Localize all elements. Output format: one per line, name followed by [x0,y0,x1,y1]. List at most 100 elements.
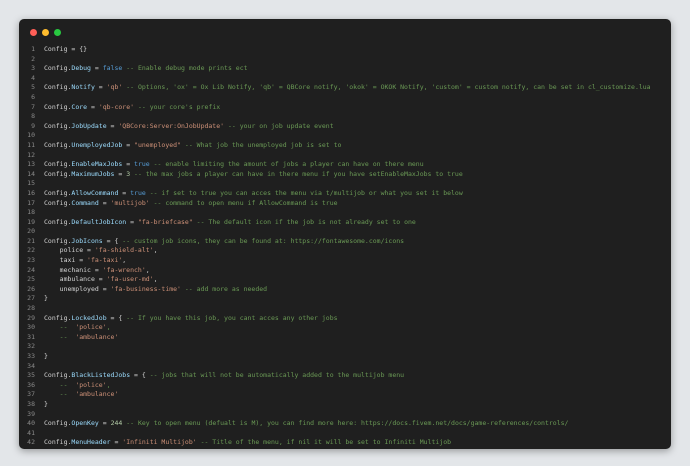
code-line: 11 Config.UnemployedJob = "unemployed" --… [19,141,671,151]
code-token: BlackListedJobs [71,371,131,380]
code-token: 'qb' [106,83,123,92]
code-token: UnemployedJob [71,140,123,149]
code-token: 244 [110,419,123,428]
line-content: Config.Notify = 'qb' -- Options, 'ox' = … [44,83,651,93]
code-token: 'fa-shield-alt' [94,246,154,255]
code-line: 34 [19,362,671,372]
line-content: Config.JobIcons = { -- custom job icons,… [44,237,404,247]
code-token: police = [44,246,95,255]
code-token: MaximumJobs [71,169,115,178]
code-line: 7 Config.Core = 'qb-core' -- your core's … [19,103,671,113]
line-number: 31 [27,332,35,341]
line-number: 6 [31,92,35,101]
line-number: 8 [31,112,35,121]
line-number: 7 [31,102,35,111]
code-token: } [44,352,48,360]
code-token: = [94,83,107,92]
line-number: 15 [27,179,35,188]
line-content: -- 'police', [44,323,111,333]
line-content: Config.EnableMaxJobs = true -- enable li… [44,160,424,170]
line-content: } [44,400,48,410]
code-token: , [122,256,127,265]
line-content: Config.BlackListedJobs = { -- jobs that … [44,371,404,381]
code-token: LockedJob [71,313,107,322]
line-content: Config.UnemployedJob = "unemployed" -- W… [44,141,341,151]
code-line: 41 [19,429,671,439]
maximize-window-dot-icon[interactable] [54,29,61,36]
code-token: = [98,419,111,428]
code-token: = [114,169,127,178]
line-number: 27 [27,294,35,303]
line-content: Config.Debug = false -- Enable debug mod… [44,64,248,74]
line-content: Config = {} [44,45,87,55]
code-line: 10 [19,131,671,141]
code-token: 'police' [75,380,107,389]
line-number: 35 [27,371,35,380]
code-token: DefaultJobIcon [71,217,127,226]
code-line: 8 [19,112,671,122]
code-token: 'fa-wrench' [102,265,146,274]
code-token: Config. [44,102,72,111]
code-token: -- enable limiting the amount of jobs a … [149,160,424,169]
code-token: = [122,140,135,149]
code-token: = [110,438,123,447]
line-content: Config.OpenKey = 244 -- Key to open menu… [44,419,568,429]
code-line: 1 Config = {} [19,45,671,55]
line-number: 28 [27,304,35,313]
code-line: 5 Config.Notify = 'qb' -- Options, 'ox' =… [19,83,671,93]
line-number: 40 [27,419,35,428]
code-token: Config. [44,160,72,169]
close-window-dot-icon[interactable] [30,29,37,36]
code-token: 'fa-user-md' [106,275,154,284]
code-token: Config. [44,236,72,245]
line-number: 33 [27,352,35,360]
line-content: Config.DefaultJobIcon = "fa-briefcase" -… [44,218,416,228]
code-line: 6 [19,93,671,103]
code-token: false [102,64,123,73]
code-token: , [145,265,150,274]
code-token: Config. [44,188,72,197]
line-number: 29 [27,313,35,322]
line-content: Config.Core = 'qb-core' -- your core's p… [44,103,220,113]
code-line: 4 [19,74,671,84]
line-number: 19 [27,217,35,226]
line-number: 38 [27,399,35,408]
code-line: 37 -- 'ambulance' [19,390,671,400]
code-token: = [87,102,99,111]
code-line: 18 [19,208,671,218]
code-token: MenuHeader [71,438,111,447]
code-token: JobIcons [71,236,103,245]
line-number: 1 [31,45,35,53]
code-line: 28 [19,304,671,314]
code-line: 33} [19,352,671,362]
code-line: 13 Config.EnableMaxJobs = true -- enable … [19,160,671,170]
line-content: unemployed = 'fa-business-time' -- add m… [44,285,267,295]
line-number: 22 [27,246,35,255]
code-token: Notify [71,83,95,92]
minimize-window-dot-icon[interactable] [42,29,49,36]
line-content: } [44,294,48,304]
line-number: 17 [27,198,35,207]
code-token: -- If you have this job, you cant acces … [126,313,338,322]
code-token: = [90,64,103,73]
code-token: Config. [44,169,72,178]
code-line: 31 -- 'ambulance' [19,333,671,343]
line-content: taxi = 'fa-taxi', [44,256,127,266]
code-line: 38} [19,400,671,410]
code-token: -- [44,380,76,389]
code-token: -- the max jobs a player can have in the… [130,169,463,178]
code-token: EnableMaxJobs [71,160,123,169]
line-number: 41 [27,428,35,437]
code-token: Core [71,102,88,111]
line-content: -- 'police', [44,381,111,391]
code-token: = [118,188,131,197]
code-token: -- Title of the menu, if nil it will be … [196,438,452,447]
code-token: mechanic = [44,265,103,274]
code-token: Config. [44,121,72,130]
code-line: 22 police = 'fa-shield-alt', [19,246,671,256]
line-number: 23 [27,256,35,265]
code-token: Config. [44,140,72,149]
line-number: 9 [31,121,35,130]
line-number: 25 [27,275,35,284]
code-token: Config. [44,313,72,322]
